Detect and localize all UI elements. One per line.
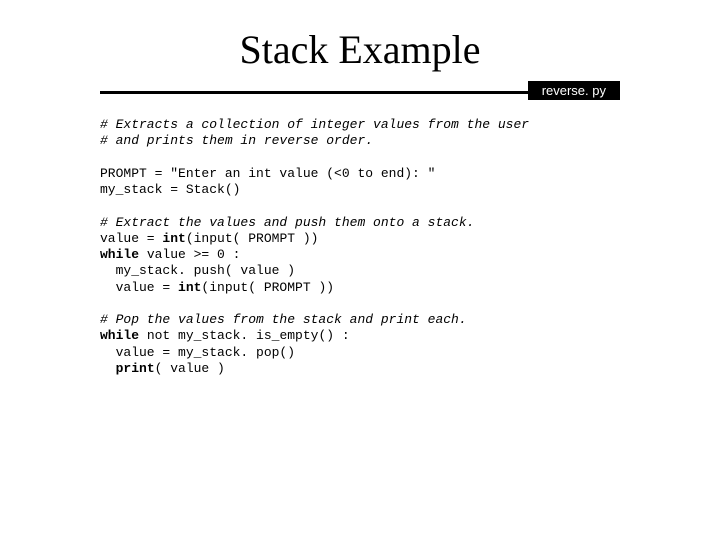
code-line: print( value ) bbox=[100, 361, 225, 376]
code-line: while value >= 0 : bbox=[100, 247, 240, 262]
code-block: # Extracts a collection of integer value… bbox=[100, 117, 620, 377]
code-line: PROMPT = "Enter an int value (<0 to end)… bbox=[100, 166, 435, 181]
comment-line: # Extracts a collection of integer value… bbox=[100, 117, 529, 132]
code-line: my_stack = Stack() bbox=[100, 182, 240, 197]
filename-tab: reverse. py bbox=[528, 81, 620, 100]
code-line: while not my_stack. is_empty() : bbox=[100, 328, 350, 343]
title-rule-row: reverse. py bbox=[100, 81, 620, 105]
code-line: value = int(input( PROMPT )) bbox=[100, 280, 334, 295]
code-line: my_stack. push( value ) bbox=[100, 263, 295, 278]
slide: Stack Example reverse. py # Extracts a c… bbox=[0, 0, 720, 540]
comment-line: # Extract the values and push them onto … bbox=[100, 215, 474, 230]
code-line: value = my_stack. pop() bbox=[100, 345, 295, 360]
slide-title: Stack Example bbox=[100, 26, 620, 73]
comment-line: # Pop the values from the stack and prin… bbox=[100, 312, 467, 327]
comment-line: # and prints them in reverse order. bbox=[100, 133, 373, 148]
code-line: value = int(input( PROMPT )) bbox=[100, 231, 318, 246]
